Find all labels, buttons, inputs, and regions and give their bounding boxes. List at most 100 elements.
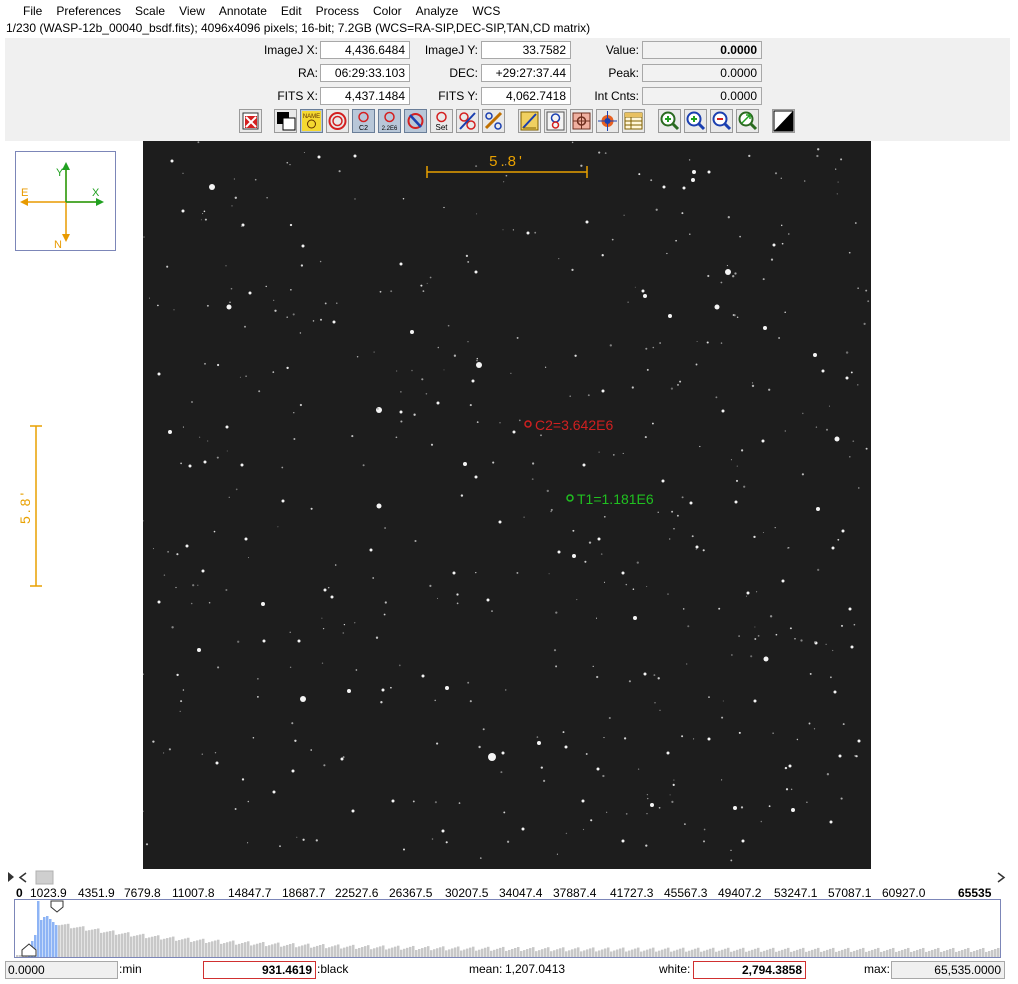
- star: [733, 806, 737, 810]
- faint-star: [289, 666, 292, 668]
- fits-x-field[interactable]: 4,437.1484: [320, 87, 410, 105]
- faint-star: [240, 225, 243, 227]
- faint-star: [354, 198, 356, 200]
- faint-star: [143, 236, 145, 238]
- min-field[interactable]: 0.0000: [5, 961, 118, 979]
- faint-star: [351, 435, 354, 438]
- center-target-button[interactable]: [596, 109, 619, 133]
- faint-star: [608, 716, 611, 720]
- histogram-bar: [307, 943, 310, 957]
- faint-star: [571, 141, 574, 144]
- zoom-fit-button[interactable]: [736, 109, 759, 133]
- black-level-handle[interactable]: [50, 900, 64, 913]
- zoom-in-alt-button[interactable]: [684, 109, 707, 133]
- faint-star: [672, 783, 675, 786]
- centroid-aperture-button[interactable]: C2: [352, 109, 375, 133]
- contrast-button[interactable]: [772, 109, 795, 133]
- faint-star: [289, 631, 291, 633]
- black-field[interactable]: 931.4619: [203, 961, 316, 979]
- histogram-bar: [733, 950, 736, 957]
- x-arrow-icon: [96, 198, 104, 206]
- star: [821, 369, 825, 373]
- menu-color[interactable]: Color: [366, 0, 409, 22]
- menu-annotate[interactable]: Annotate: [212, 0, 274, 22]
- histogram-bar: [304, 944, 307, 957]
- faint-star: [576, 599, 578, 601]
- faint-star: [536, 736, 539, 738]
- faint-star: [342, 632, 345, 634]
- fits-y-field[interactable]: 4,062.7418: [481, 87, 571, 105]
- svg-text:C2: C2: [359, 125, 368, 132]
- ra-label: RA:: [297, 66, 318, 80]
- menu-analyze[interactable]: Analyze: [409, 0, 466, 22]
- histogram-bar: [934, 948, 937, 957]
- menu-file[interactable]: File: [16, 0, 49, 22]
- histogram-bar: [859, 948, 862, 957]
- white-field[interactable]: 2,794.3858: [693, 961, 806, 979]
- image-horizontal-scrollbar[interactable]: [6, 870, 1011, 885]
- dec-field[interactable]: +29:27:37.44: [481, 64, 571, 82]
- histogram-bar: [802, 947, 805, 957]
- faint-star: [289, 223, 293, 227]
- table-button[interactable]: [622, 109, 645, 133]
- measure-line-button[interactable]: [518, 109, 541, 133]
- faint-star: [768, 805, 771, 808]
- scroll-left-arrow-icon[interactable]: [18, 872, 27, 883]
- faint-star: [739, 235, 741, 238]
- aperture-radius-button[interactable]: 2.2E6: [378, 109, 401, 133]
- histogram-bar: [325, 948, 328, 957]
- faint-star: [475, 572, 477, 574]
- min-level-handle[interactable]: [21, 943, 37, 957]
- histogram-bar: [457, 946, 460, 957]
- faint-star: [324, 302, 327, 305]
- svg-text:NAME: NAME: [303, 114, 320, 120]
- imagej-y-field[interactable]: 33.7582: [481, 41, 571, 59]
- zoom-in-button[interactable]: [658, 109, 681, 133]
- faint-star: [148, 297, 151, 299]
- faint-star: [813, 728, 816, 730]
- histogram-bar: [715, 951, 718, 957]
- star: [291, 769, 295, 773]
- faint-star: [398, 664, 401, 667]
- astrometry-button[interactable]: [570, 109, 593, 133]
- menu-wcs[interactable]: WCS: [465, 0, 507, 22]
- menu-process[interactable]: Process: [309, 0, 366, 22]
- clear-apertures-button[interactable]: [404, 109, 427, 133]
- scroll-right-arrow-icon[interactable]: [997, 872, 1006, 883]
- histogram-bar: [658, 950, 661, 957]
- faint-star: [849, 456, 851, 458]
- tick-label: 1023.9: [30, 886, 67, 900]
- histogram-bar: [403, 948, 406, 957]
- histogram-bar: [328, 947, 331, 957]
- zoom-out-button[interactable]: [710, 109, 733, 133]
- star: [813, 353, 817, 357]
- show-names-button[interactable]: NAME: [300, 109, 323, 133]
- clear-overlay-button[interactable]: [239, 109, 262, 133]
- multi-aperture-button[interactable]: [456, 109, 479, 133]
- set-aperture-button[interactable]: Set: [430, 109, 453, 133]
- radial-profile-button[interactable]: [544, 109, 567, 133]
- star: [512, 430, 516, 434]
- aperture-c2[interactable]: C2=3.642E6: [524, 417, 613, 433]
- align-stack-button[interactable]: [482, 109, 505, 133]
- ra-field[interactable]: 06:29:33.103: [320, 64, 410, 82]
- menu-edit[interactable]: Edit: [274, 0, 309, 22]
- scroll-left-icon[interactable]: [8, 872, 14, 882]
- menu-view[interactable]: View: [172, 0, 212, 22]
- invert-button[interactable]: [274, 109, 297, 133]
- faint-star: [279, 845, 281, 848]
- max-field[interactable]: 65,535.0000: [891, 961, 1005, 979]
- faint-star: [693, 738, 695, 740]
- imagej-x-field[interactable]: 4,436.6484: [320, 41, 410, 59]
- menu-scale[interactable]: Scale: [128, 0, 172, 22]
- histogram-plot[interactable]: [14, 899, 1001, 958]
- star: [621, 839, 625, 843]
- scroll-thumb[interactable]: [35, 870, 54, 885]
- menu-preferences[interactable]: Preferences: [49, 0, 128, 22]
- faint-star: [695, 548, 697, 550]
- faint-star: [292, 313, 295, 316]
- aperture-t1[interactable]: T1=1.181E6: [566, 491, 654, 507]
- histogram-bar: [973, 950, 976, 957]
- fits-image-canvas[interactable]: 5.8' C2=3.642E6 T1=1.181E6: [143, 141, 871, 869]
- aperture-button[interactable]: [326, 109, 349, 133]
